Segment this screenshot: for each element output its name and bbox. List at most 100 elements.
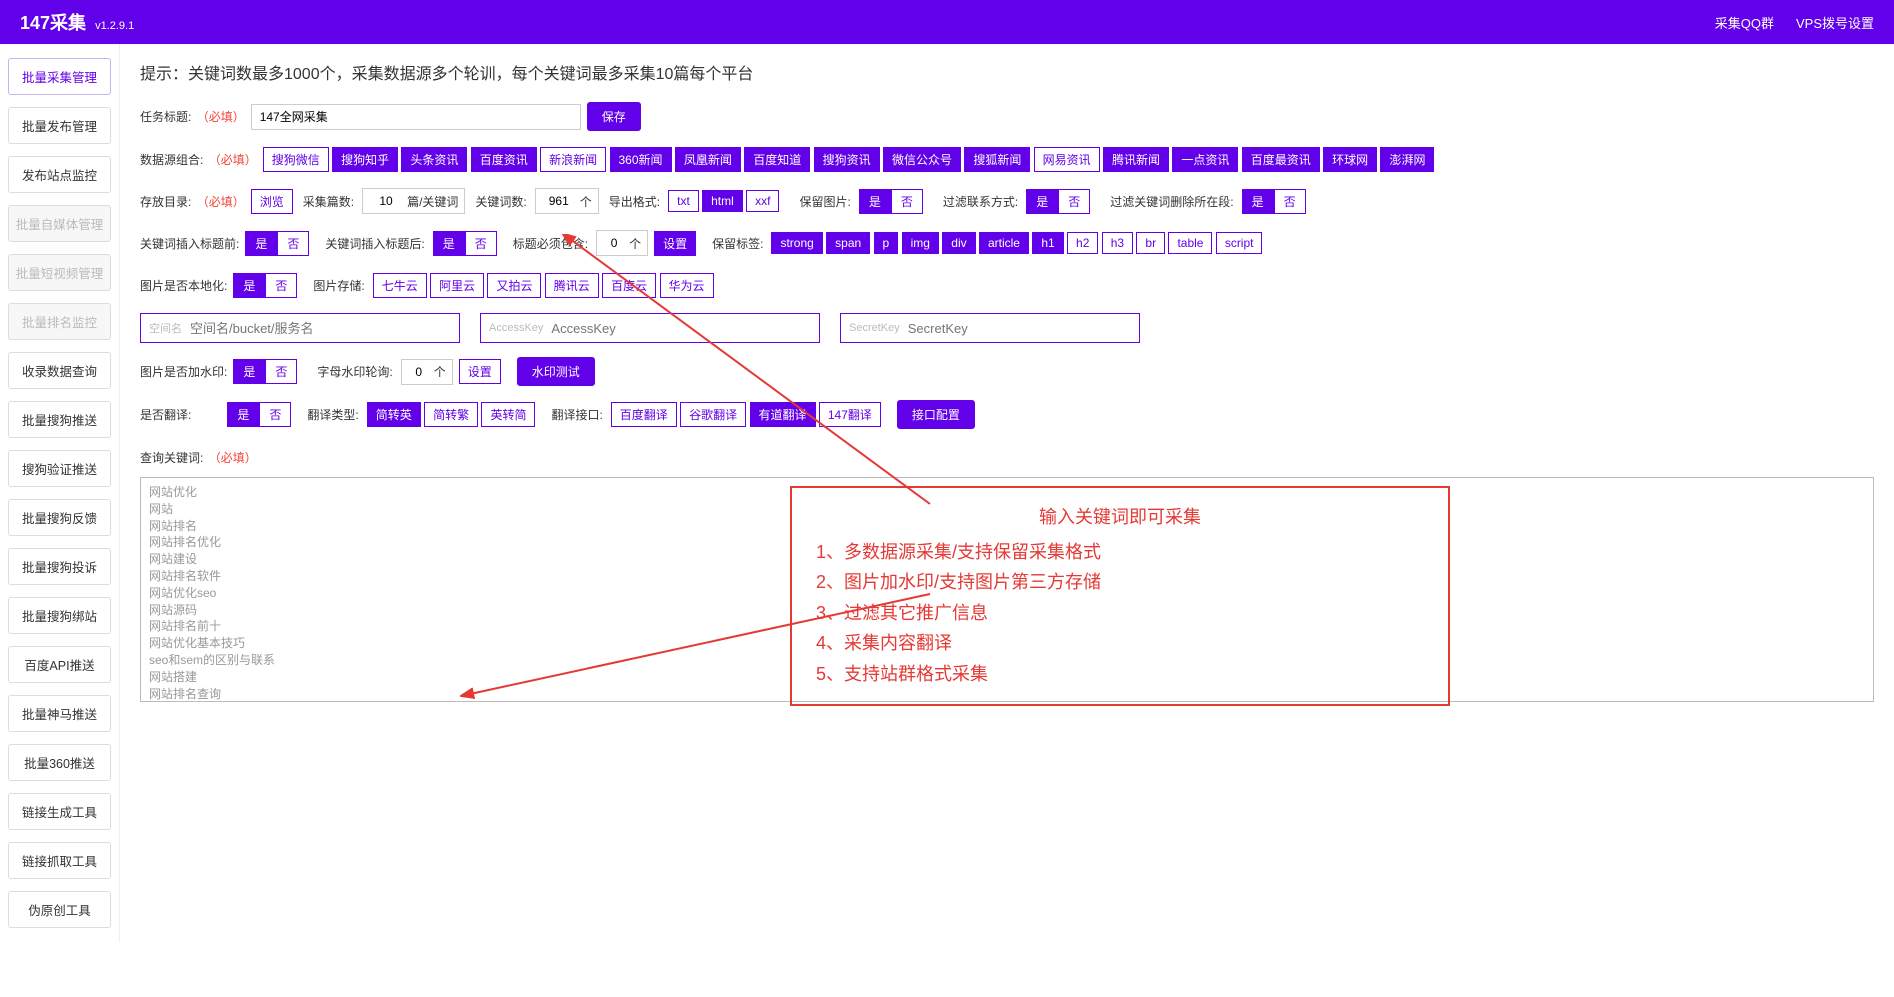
img-storage-tag[interactable]: 七牛云 <box>373 273 427 298</box>
keep-tag-tag[interactable]: article <box>979 232 1029 254</box>
sidebar-item[interactable]: 批量搜狗反馈 <box>8 499 111 536</box>
keep-tag-tag[interactable]: strong <box>771 232 822 254</box>
sidebar-item[interactable]: 批量搜狗投诉 <box>8 548 111 585</box>
sidebar-item: 批量自媒体管理 <box>8 205 111 242</box>
sidebar-item[interactable]: 批量360推送 <box>8 744 111 781</box>
data-source-tag[interactable]: 微信公众号 <box>883 147 961 172</box>
data-source-tag[interactable]: 一点资讯 <box>1172 147 1238 172</box>
sidebar-item[interactable]: 批量发布管理 <box>8 107 111 144</box>
link-qq-group[interactable]: 采集QQ群 <box>1715 13 1774 32</box>
sidebar-item[interactable]: 发布站点监控 <box>8 156 111 193</box>
label-translate: 是否翻译: <box>140 406 191 423</box>
title-must-setting-button[interactable]: 设置 <box>654 231 696 256</box>
data-source-tag[interactable]: 百度最资讯 <box>1242 147 1320 172</box>
img-storage-tag[interactable]: 又拍云 <box>487 273 541 298</box>
input-collect-articles[interactable] <box>369 194 403 208</box>
keep-tag-tag[interactable]: div <box>942 232 975 254</box>
data-source-tag[interactable]: 腾讯新闻 <box>1103 147 1169 172</box>
sidebar-item[interactable]: 伪原创工具 <box>8 891 111 928</box>
toggle-filter-contact[interactable]: 是否 <box>1026 189 1090 214</box>
translate-api-tag[interactable]: 147翻译 <box>819 402 881 427</box>
row-kw-title: 关键词插入标题前: 是否 关键词插入标题后: 是否 标题必须包含: 个 设置 保… <box>140 229 1874 257</box>
input-keyword-count[interactable] <box>542 194 576 208</box>
toggle-img-watermark[interactable]: 是否 <box>233 359 297 384</box>
export-fmt-tag[interactable]: txt <box>668 190 699 212</box>
keep-tag-tag[interactable]: br <box>1136 232 1165 254</box>
app-name: 147采集 <box>20 13 86 33</box>
wm-test-button[interactable]: 水印测试 <box>517 357 595 386</box>
img-storage-tag[interactable]: 百度云 <box>602 273 656 298</box>
input-secret-key[interactable] <box>908 321 1128 336</box>
label-filter-kw-section: 过滤关键词删除所在段: <box>1110 193 1233 210</box>
keep-tag-tag[interactable]: h2 <box>1067 232 1098 254</box>
img-storage-tag[interactable]: 腾讯云 <box>545 273 599 298</box>
api-config-button[interactable]: 接口配置 <box>897 400 975 429</box>
row-query-kw-label: 查询关键词: （必填） <box>140 443 1874 471</box>
img-storage-tag[interactable]: 阿里云 <box>430 273 484 298</box>
data-source-tag[interactable]: 搜狗知乎 <box>332 147 398 172</box>
sidebar-item[interactable]: 百度API推送 <box>8 646 111 683</box>
img-storage-tag[interactable]: 华为云 <box>660 273 714 298</box>
toggle-img-localize[interactable]: 是否 <box>233 273 297 298</box>
translate-type-tag[interactable]: 英转简 <box>481 402 535 427</box>
label-keep-img: 保留图片: <box>799 193 850 210</box>
title-must-box: 个 <box>596 230 648 256</box>
sidebar-item[interactable]: 批量采集管理 <box>8 58 111 95</box>
header-links: 采集QQ群 VPS拨号设置 <box>1715 13 1874 32</box>
save-button[interactable]: 保存 <box>587 102 641 131</box>
label-alpha-wm: 字母水印轮询: <box>317 363 392 380</box>
data-source-tag[interactable]: 搜狗资讯 <box>814 147 880 172</box>
data-source-tag[interactable]: 360新闻 <box>610 147 672 172</box>
wm-setting-button[interactable]: 设置 <box>459 359 501 384</box>
data-source-tag[interactable]: 头条资讯 <box>401 147 467 172</box>
toggle-kw-before-title[interactable]: 是否 <box>245 231 309 256</box>
sidebar-item[interactable]: 批量神马推送 <box>8 695 111 732</box>
input-alpha-wm[interactable] <box>408 365 430 379</box>
toggle-kw-after-title[interactable]: 是否 <box>433 231 497 256</box>
keep-tag-tag[interactable]: h1 <box>1032 232 1063 254</box>
data-source-tag[interactable]: 网易资讯 <box>1034 147 1100 172</box>
input-space-name[interactable] <box>190 321 410 336</box>
translate-type-tag[interactable]: 简转繁 <box>424 402 478 427</box>
sidebar-item[interactable]: 收录数据查询 <box>8 352 111 389</box>
export-fmt-tag[interactable]: xxf <box>746 190 779 212</box>
data-source-tag[interactable]: 澎湃网 <box>1380 147 1434 172</box>
translate-api-tag[interactable]: 谷歌翻译 <box>680 402 746 427</box>
sidebar-item[interactable]: 链接抓取工具 <box>8 842 111 879</box>
translate-api-tag[interactable]: 百度翻译 <box>611 402 677 427</box>
keep-tag-tag[interactable]: img <box>902 232 939 254</box>
link-vps-dial[interactable]: VPS拨号设置 <box>1796 13 1874 32</box>
input-title-must[interactable] <box>603 236 625 250</box>
keep-tag-tag[interactable]: p <box>874 232 899 254</box>
label-kw-before-title: 关键词插入标题前: <box>140 235 239 252</box>
translate-api-tag[interactable]: 有道翻译 <box>750 402 816 427</box>
keep-tag-tag[interactable]: table <box>1168 232 1212 254</box>
data-source-tag[interactable]: 搜狐新闻 <box>964 147 1030 172</box>
data-source-tag[interactable]: 搜狗微信 <box>263 147 329 172</box>
sidebar-item[interactable]: 搜狗验证推送 <box>8 450 111 487</box>
sk-input-wrap: SecretKey <box>840 313 1140 343</box>
browse-button[interactable]: 浏览 <box>251 189 293 214</box>
toggle-filter-kw-section[interactable]: 是否 <box>1242 189 1306 214</box>
sidebar-item[interactable]: 链接生成工具 <box>8 793 111 830</box>
hint-text: 提示：关键词数最多1000个，采集数据源多个轮训，每个关键词最多采集10篇每个平… <box>140 60 1874 84</box>
data-source-tag[interactable]: 凤凰新闻 <box>675 147 741 172</box>
toggle-keep-img[interactable]: 是否 <box>859 189 923 214</box>
keep-tag-tag[interactable]: script <box>1216 232 1263 254</box>
sidebar-item[interactable]: 批量搜狗推送 <box>8 401 111 438</box>
export-fmt-tag[interactable]: html <box>702 190 743 212</box>
label-collect-articles: 采集篇数: <box>303 193 354 210</box>
data-source-tag[interactable]: 百度知道 <box>744 147 810 172</box>
data-source-tag[interactable]: 环球网 <box>1323 147 1377 172</box>
translate-type-tag[interactable]: 简转英 <box>367 402 421 427</box>
label-img-watermark: 图片是否加水印: <box>140 363 227 380</box>
data-source-tag[interactable]: 新浪新闻 <box>540 147 606 172</box>
sidebar-item[interactable]: 批量搜狗绑站 <box>8 597 111 634</box>
data-source-tag[interactable]: 百度资讯 <box>471 147 537 172</box>
input-task-title[interactable] <box>251 104 581 130</box>
keep-tag-tag[interactable]: h3 <box>1102 232 1133 254</box>
sidebar-item: 批量排名监控 <box>8 303 111 340</box>
input-access-key[interactable] <box>551 321 771 336</box>
toggle-translate[interactable]: 是否 <box>227 402 291 427</box>
keep-tag-tag[interactable]: span <box>826 232 870 254</box>
